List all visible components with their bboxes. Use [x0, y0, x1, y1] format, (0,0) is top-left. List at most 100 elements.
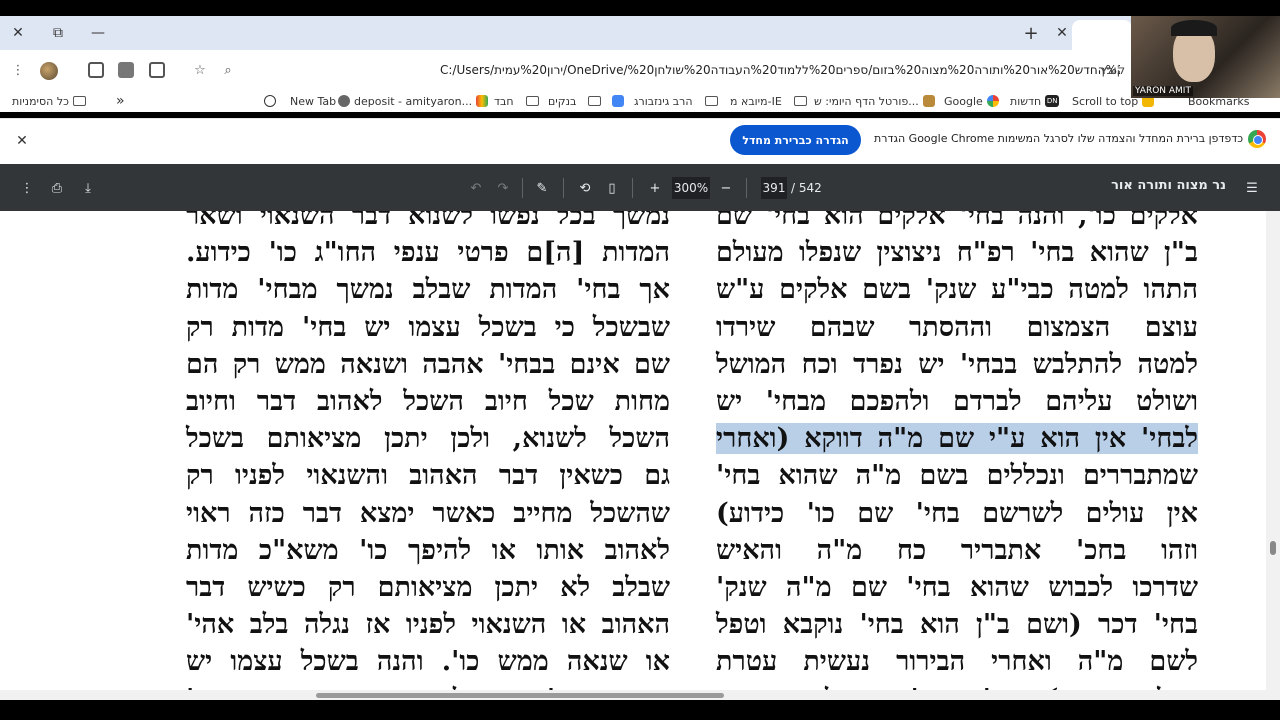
redo-icon[interactable]: ↷ [492, 177, 514, 199]
toolbar-divider [522, 178, 523, 198]
bookmark-daf-yomi[interactable]: פורטל הדף היומי: ש... [814, 93, 935, 109]
portal-icon [922, 95, 935, 107]
extension-app-icon[interactable] [149, 62, 165, 78]
bookmark-label: הרב גינזבורג [634, 94, 693, 108]
zoom-icon[interactable]: ⌕ [216, 58, 240, 82]
bookmark-star-icon[interactable]: ☆ [188, 58, 212, 82]
folder-icon [588, 96, 602, 106]
bookmark-label: Scroll to top [1072, 94, 1139, 108]
bookmark-banks[interactable]: בנקים [548, 93, 602, 109]
browser-toolbar: ⋮ ☆ ⌕ C:/Users/ירון%20עמית/OneDrive/נר%2… [0, 50, 1280, 90]
bookmark-chabad[interactable]: חבד [494, 93, 539, 109]
more-actions-icon[interactable]: ⋮ [16, 177, 38, 199]
bookmark-label: בנקים [548, 94, 577, 108]
infobar-close-button[interactable]: ✕ [12, 131, 32, 151]
zoom-level-field[interactable]: 300% [672, 177, 710, 199]
screen-top-band [0, 0, 1280, 16]
text-line: אלקים כו', והנה בחי' אלקים הוא בחי' שם [716, 211, 1198, 231]
google-icon [986, 95, 999, 107]
bookmark-new-tab[interactable]: New Tab [264, 93, 336, 109]
menu-kebab-icon[interactable]: ⋮ [6, 58, 30, 82]
infobar-message: הגדרת Google Chrome כדפדפן ברירת המחדל ו… [874, 132, 1244, 145]
extension-help-icon[interactable] [118, 62, 134, 78]
bookmark-google[interactable]: Google [944, 93, 999, 109]
bookmark-label: פורטל הדף היומי: ש... [814, 94, 919, 108]
text-line: גם כשאין דבר האהוב והשנאוי לפניו רק [186, 460, 670, 492]
translate-icon [612, 95, 624, 107]
set-default-button[interactable]: הגדרה כברירת מחדל [730, 125, 861, 155]
webcam-overlay: YARON AMIT [1131, 16, 1280, 98]
new-tab-icon [264, 95, 276, 107]
bookmark-label: New Tab [290, 94, 337, 108]
text-line: וזהו בחכ' אתבריר כח מ"ה והאיש [716, 534, 1198, 566]
bookmarks-bar: כל הסימניות » New Tab deposit - amityaro… [0, 90, 1280, 112]
download-icon[interactable]: ⤓ [77, 177, 99, 199]
annotate-pen-icon[interactable]: ✎ [531, 177, 553, 199]
window-close-button[interactable]: ✕ [0, 16, 36, 50]
horizontal-scroll-thumb[interactable] [316, 693, 724, 698]
gmail-icon [476, 95, 489, 107]
text-line-highlighted[interactable]: לבחי' אין הוא ע"י שם מ"ה דווקא (ואחרי [716, 420, 1198, 457]
vertical-scrollbar[interactable] [1266, 211, 1280, 700]
bookmark-all-folder[interactable]: כל הסימניות [12, 93, 86, 109]
page-number-field[interactable]: 391 [761, 177, 787, 199]
text-line: נמשך בכל נפשו לשנוא דבר השנאוי ושאר [186, 211, 670, 231]
address-bar[interactable]: C:/Users/ירון%20עמית/OneDrive/נר%20החדש%… [440, 59, 1120, 81]
text-line: אך בחי' המדות שבלב נמשך מבחי' מדות [186, 274, 670, 306]
bookmark-label: כל הסימניות [12, 94, 69, 108]
bookmark-imported-ie[interactable]: מיובא מ-IE [730, 93, 807, 109]
zoom-in-icon[interactable]: + [644, 177, 666, 199]
pdf-page-view[interactable]: נמשך בכל נפשו לשנוא דבר השנאוי ושאר המדו… [0, 211, 1280, 700]
vertical-scroll-thumb[interactable] [1270, 541, 1276, 555]
text-line: מחות שכל חיוב השכל לאהוב דבר וחיוב [186, 386, 670, 418]
text-line: המדות [ה]ם פרטי ענפי החו"ג כו' כידוע. [186, 237, 670, 269]
folder-icon [793, 96, 807, 106]
bookmark-ginsburgh[interactable]: הרב גינזבורג [612, 93, 718, 109]
bookmark-label: מיובא מ-IE [730, 94, 782, 108]
text-line: בחי' דכר (ושם ב"ן הוא בחי' נוקבא וטפל [716, 609, 1198, 641]
bookmark-news[interactable]: חדשות DN [1010, 93, 1060, 109]
undo-icon[interactable]: ↶ [465, 177, 487, 199]
text-line: שבלב לא יתכן מציאותם רק כשיש דבר [186, 572, 670, 604]
page-total: / 542 [791, 181, 822, 195]
tab-strip: ✕ ⧉ — + ✕ [0, 16, 1280, 50]
folder-icon [72, 96, 86, 106]
document-title: נר מצוה ותורה אור [1111, 178, 1226, 193]
tab-active[interactable] [1072, 20, 1132, 50]
webcam-name-label: YARON AMIT [1133, 86, 1193, 96]
zoom-out-icon[interactable]: − [715, 177, 737, 199]
extensions-puzzle-icon[interactable] [88, 62, 104, 78]
new-tab-button[interactable]: + [1017, 16, 1045, 50]
text-line: שמתבררים ונכללים בשם מ"ה שהוא בחי' [716, 460, 1198, 492]
print-icon[interactable]: ⎙ [46, 177, 68, 199]
text-line: שבשכל כי בשכל עצמו יש בחי' מדות רק [186, 311, 670, 343]
selected-text[interactable]: לבחי' אין הוא ע"י שם מ"ה דווקא (ואחרי [716, 423, 1198, 455]
text-line: שם אינם בבחי' אהבה ושנאה ממש רק הם [186, 348, 670, 380]
bookmark-label: deposit - amityaron... [354, 94, 473, 108]
text-line: האהוב או השנאוי לפניו אז נגלה בלב אהי' [186, 609, 670, 641]
text-line: התהו למטה כבי"ע שנק' בשם אלקים ע"ש [716, 274, 1198, 306]
rotate-icon[interactable]: ⟲ [574, 177, 596, 199]
fit-page-icon[interactable]: ▯ [601, 177, 623, 199]
text-line: השכל לשנוא, ולכן יתכן מציאותם בשכל [186, 423, 670, 455]
screen-bottom-band [0, 700, 1280, 720]
horizontal-scrollbar[interactable] [0, 690, 1266, 700]
chrome-logo-icon [1248, 130, 1266, 148]
text-line: למטה להתלבש בבחי' יש נפרד וכח המושל [716, 348, 1198, 380]
toolbar-divider [632, 178, 633, 198]
window-minimize-button[interactable]: — [80, 16, 116, 50]
presenter-kippah [1171, 20, 1217, 36]
bookmarks-overflow-button[interactable]: » [116, 93, 125, 109]
text-line: ב"ן שהוא בחי' רפ"ח ניצוצין שנפלו מעולם [716, 237, 1198, 269]
dn-icon: DN [1045, 95, 1060, 107]
window-restore-button[interactable]: ⧉ [40, 16, 76, 50]
text-line: או שנאה ממש כו'. והנה בשכל עצמו יש [186, 646, 670, 678]
toolbar-divider [746, 178, 747, 198]
profile-avatar[interactable] [40, 62, 58, 80]
globe-icon [338, 95, 350, 107]
bookmark-deposit[interactable]: deposit - amityaron... [338, 93, 489, 109]
folder-icon [704, 96, 718, 106]
sidebar-menu-icon[interactable]: ☰ [1241, 177, 1263, 199]
bookmark-label: חדשות [1010, 94, 1042, 108]
bookmark-label: Google [944, 94, 983, 108]
